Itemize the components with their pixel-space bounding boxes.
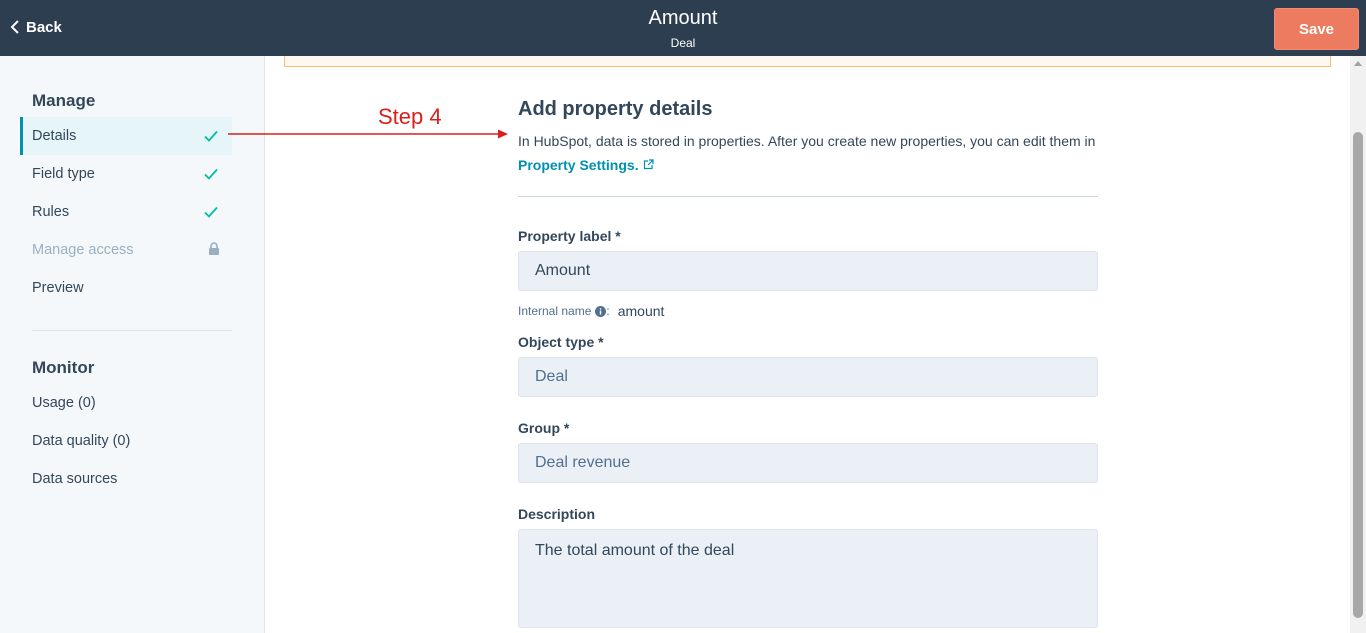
property-label-label: Property label * <box>518 228 621 244</box>
info-icon[interactable] <box>595 305 607 317</box>
section-divider <box>518 196 1098 197</box>
sidebar-item-data-sources[interactable]: Data sources <box>20 460 232 498</box>
internal-name-row: Internal name : amount <box>518 302 664 320</box>
sidebar-item-details[interactable]: Details <box>20 117 232 155</box>
sidebar: Manage Details Field type Rules Manage a… <box>0 56 265 633</box>
sidebar-item-manage-access: Manage access <box>20 231 232 269</box>
scrollbar-thumb[interactable] <box>1353 132 1363 618</box>
sidebar-item-usage[interactable]: Usage (0) <box>20 384 232 422</box>
monitor-section-title: Monitor <box>32 358 95 377</box>
sidebar-item-field-type[interactable]: Field type <box>20 155 232 193</box>
page-subtitle: Deal <box>670 36 696 50</box>
property-settings-link[interactable]: Property Settings. <box>518 157 639 173</box>
group-field[interactable]: Deal revenue <box>518 443 1098 483</box>
sidebar-item-label: Manage access <box>32 242 134 258</box>
scroll-up-arrow-icon[interactable] <box>1354 60 1362 68</box>
description-label: Description <box>518 506 596 522</box>
checkmark-icon <box>204 130 218 142</box>
manage-section-title: Manage <box>32 91 96 110</box>
sidebar-item-label: Data sources <box>32 471 118 487</box>
section-heading: Add property details <box>518 98 713 120</box>
object-type-field[interactable]: Deal <box>518 357 1098 397</box>
lock-icon <box>209 242 219 255</box>
group-label: Group * <box>518 420 570 436</box>
sidebar-item-label: Field type <box>32 166 95 182</box>
top-header: Back Amount Deal Save <box>0 0 1366 56</box>
sidebar-item-label: Usage (0) <box>32 395 96 411</box>
annotation-arrow-icon <box>228 129 508 139</box>
intro-description: In HubSpot, data is stored in properties… <box>518 133 1096 149</box>
checkmark-icon <box>204 206 218 218</box>
sidebar-item-label: Preview <box>32 280 84 296</box>
sidebar-divider <box>32 330 232 331</box>
sidebar-item-rules[interactable]: Rules <box>20 193 232 231</box>
sidebar-item-preview[interactable]: Preview <box>20 269 232 307</box>
description-textarea[interactable]: The total amount of the deal <box>518 529 1098 628</box>
external-link-icon[interactable] <box>643 159 654 170</box>
alert-banner-edge <box>284 56 1331 67</box>
save-button[interactable]: Save <box>1274 8 1359 50</box>
checkmark-icon <box>204 168 218 180</box>
intro-text: In HubSpot, data is stored in properties… <box>518 129 1108 177</box>
internal-name-label: Internal name <box>518 304 592 318</box>
object-type-label: Object type * <box>518 334 604 350</box>
sidebar-item-label: Data quality (0) <box>32 433 131 449</box>
property-label-input[interactable]: Amount <box>518 251 1098 291</box>
sidebar-item-label: Rules <box>32 204 70 220</box>
page-title: Amount <box>648 7 718 29</box>
internal-name-value: amount <box>617 303 665 319</box>
sidebar-item-label: Details <box>32 128 77 144</box>
sidebar-item-data-quality[interactable]: Data quality (0) <box>20 422 232 460</box>
internal-name-colon: : <box>606 304 610 318</box>
